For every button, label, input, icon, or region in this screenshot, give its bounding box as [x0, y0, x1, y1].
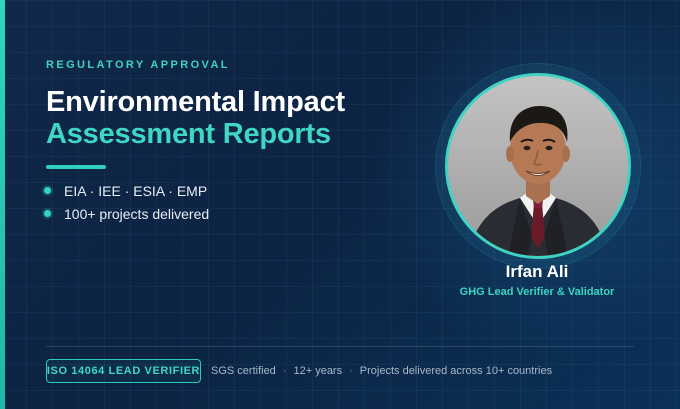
person-name: Irfan Ali [505, 262, 569, 281]
meta-separator: · [349, 365, 353, 377]
left-accent-bar [0, 0, 5, 409]
headline-line-1: Environmental Impact [46, 86, 345, 118]
portrait-icon [448, 76, 628, 256]
feature-text: 100+ projects delivered [64, 205, 210, 222]
footer-divider [46, 346, 634, 347]
meta-item: SGS certified [211, 365, 276, 377]
footer-meta: SGS certified · 12+ years · Projects del… [211, 359, 552, 383]
meta-separator: · [282, 365, 287, 377]
headline-underline [46, 165, 106, 169]
feature-list: EIA · IEE · ESIA · EMP 100+ projects del… [44, 179, 209, 225]
promo-card: REGULATORY APPROVAL Environmental Impact… [0, 0, 680, 409]
bullet-dot-icon [44, 187, 51, 194]
meta-item: 12+ years [293, 365, 343, 377]
person-role: GHG Lead Verifier & Validator [459, 286, 615, 298]
feature-item: EIA · IEE · ESIA · EMP [44, 179, 209, 202]
eyebrow-label: REGULATORY APPROVAL [46, 59, 230, 71]
feature-text: EIA · IEE · ESIA · EMP [64, 182, 208, 199]
profile-photo [445, 73, 631, 259]
headline-line-2: Assessment Reports [46, 118, 331, 150]
bullet-dot-icon [44, 210, 51, 217]
certification-badge: ISO 14064 LEAD VERIFIER [46, 359, 201, 383]
meta-item: Projects delivered across 10+ countries [359, 365, 553, 377]
feature-item: 100+ projects delivered [44, 202, 209, 225]
